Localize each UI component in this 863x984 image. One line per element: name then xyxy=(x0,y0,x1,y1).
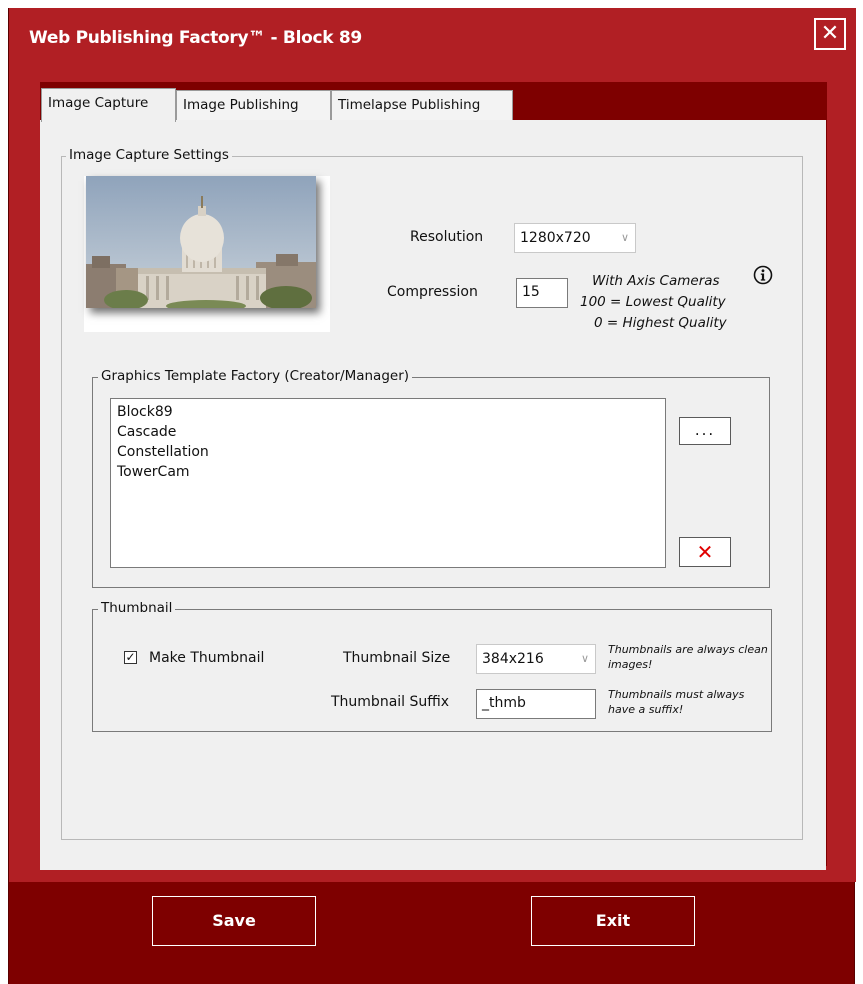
list-item[interactable]: Constellation xyxy=(117,442,659,462)
list-item[interactable]: TowerCam xyxy=(117,462,659,482)
resolution-value: 1280x720 xyxy=(520,230,591,246)
frame-left xyxy=(9,68,40,882)
make-thumbnail-label: Make Thumbnail xyxy=(149,650,265,666)
close-button[interactable]: ✕ xyxy=(814,18,846,50)
resolution-select[interactable]: 1280x720 ∨ xyxy=(514,223,636,253)
save-button[interactable]: Save xyxy=(152,896,316,946)
tab-timelapse-publishing[interactable]: Timelapse Publishing xyxy=(331,90,513,120)
preview-image-frame xyxy=(84,176,330,332)
compression-hint-line3: 0 = Highest Quality xyxy=(594,315,727,331)
exit-button[interactable]: Exit xyxy=(531,896,695,946)
resolution-label: Resolution xyxy=(410,229,484,245)
delete-x-icon: ✕ xyxy=(696,540,714,564)
group-label: Image Capture Settings xyxy=(66,147,232,163)
thumbnail-suffix-hint: Thumbnails must always have a suffix! xyxy=(608,688,745,716)
info-icon[interactable] xyxy=(753,265,773,285)
thumbnail-size-hint: Thumbnails are always clean images! xyxy=(608,643,768,671)
thumbnail-size-label: Thumbnail Size xyxy=(343,650,451,666)
compression-label: Compression xyxy=(387,284,478,300)
browse-template-button[interactable]: ... xyxy=(679,417,731,445)
thumbnail-size-select[interactable]: 384x216 ∨ xyxy=(476,644,596,674)
thumbnail-size-value: 384x216 xyxy=(482,651,544,667)
list-item[interactable]: Cascade xyxy=(117,422,659,442)
group-label: Graphics Template Factory (Creator/Manag… xyxy=(98,368,413,384)
compression-hint-line2: 100 = Lowest Quality xyxy=(580,294,726,310)
frame-top xyxy=(9,68,856,82)
chevron-down-icon: ∨ xyxy=(620,231,629,244)
thumbnail-suffix-label: Thumbnail Suffix xyxy=(331,694,450,710)
make-thumbnail-checkbox[interactable]: ✓ xyxy=(124,651,137,664)
template-listbox[interactable]: Block89 Cascade Constellation TowerCam xyxy=(110,398,666,568)
delete-template-button[interactable]: ✕ xyxy=(679,537,731,567)
compression-input[interactable]: 15 xyxy=(516,278,568,308)
title-bar: Web Publishing Factory™ - Block 89 ✕ xyxy=(9,8,856,68)
tab-image-capture[interactable]: Image Capture xyxy=(41,88,176,122)
compression-hint-line1: With Axis Cameras xyxy=(592,273,720,289)
list-item[interactable]: Block89 xyxy=(117,402,659,422)
window-title: Web Publishing Factory™ - Block 89 xyxy=(29,28,362,48)
thumbnail-suffix-input[interactable]: _thmb xyxy=(476,689,596,719)
group-label: Thumbnail xyxy=(98,600,176,616)
frame-right xyxy=(827,68,856,882)
capitol-preview-image xyxy=(86,176,316,308)
chevron-down-icon: ∨ xyxy=(580,652,589,665)
tab-image-publishing[interactable]: Image Publishing xyxy=(176,90,331,120)
